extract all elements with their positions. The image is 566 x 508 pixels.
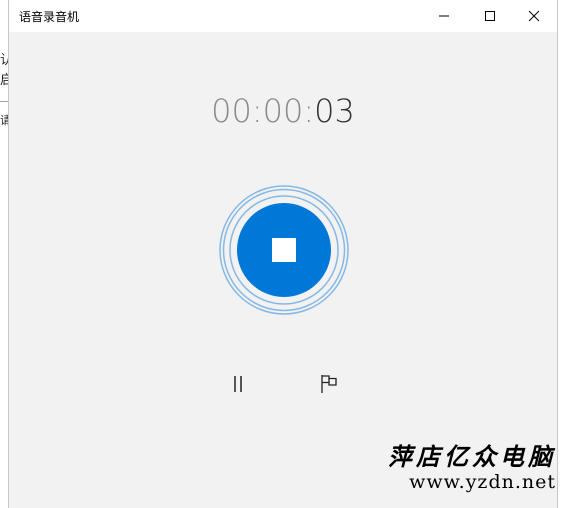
minimize-button[interactable] xyxy=(421,0,467,32)
close-icon xyxy=(528,10,540,22)
watermark: 萍店亿众电脑 www.yzdn.net xyxy=(366,442,556,494)
add-marker-button[interactable] xyxy=(313,370,345,402)
pause-icon xyxy=(230,375,246,397)
window-title: 语音录音机 xyxy=(19,10,80,24)
stop-icon xyxy=(272,238,296,262)
pause-button[interactable] xyxy=(222,370,254,402)
elapsed-time: 00:00:03 xyxy=(9,92,557,130)
recording-pulse-rings xyxy=(219,185,349,315)
maximize-icon xyxy=(484,10,496,22)
close-button[interactable] xyxy=(511,0,557,32)
elapsed-time-seconds: 03 xyxy=(314,92,355,130)
maximize-button[interactable] xyxy=(467,0,513,32)
title-bar[interactable]: 语音录音机 xyxy=(9,0,557,32)
watermark-chinese-text: 萍店亿众电脑 xyxy=(388,442,556,471)
voice-recorder-window: 语音录音机 00:00:03 xyxy=(8,0,558,508)
flag-icon xyxy=(320,374,338,398)
minimize-icon xyxy=(438,10,450,22)
watermark-url: www.yzdn.net xyxy=(409,471,556,493)
stop-recording-button[interactable] xyxy=(218,184,350,316)
elapsed-time-prefix: 00:00: xyxy=(211,92,315,130)
